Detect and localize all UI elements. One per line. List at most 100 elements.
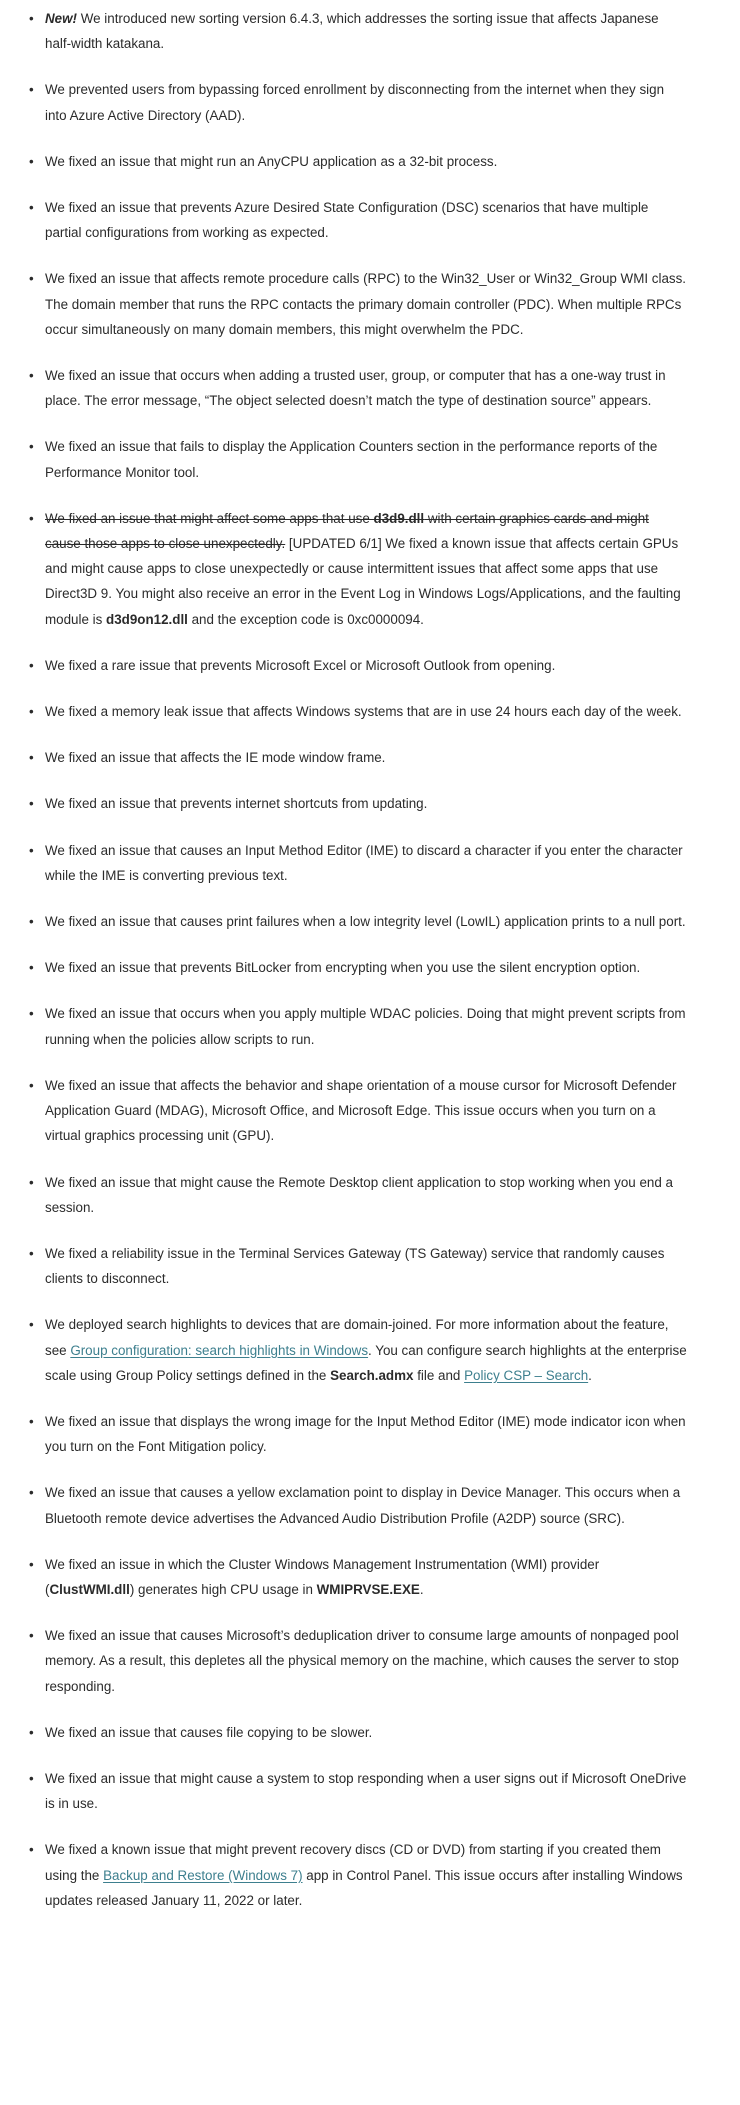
note-item: • We fixed an issue that occurs when addi… [28, 363, 688, 413]
note-item: • We fixed an issue that prevents BitLock… [28, 955, 688, 980]
note-text: We fixed an issue that might affect some… [45, 506, 688, 632]
emphasized-term: d3d9on12.dll [106, 611, 188, 627]
note-item: • We fixed an issue that prevents Azure D… [28, 195, 688, 245]
bullet-icon: • [29, 1485, 34, 1501]
note-text: We fixed an issue that might cause a sys… [45, 1766, 688, 1816]
note-item: • We fixed an issue that causes file copy… [28, 1720, 688, 1745]
note-text: We fixed an issue that affects the IE mo… [45, 745, 688, 770]
note-text-run: We fixed an issue that occurs when you a… [45, 1006, 686, 1047]
release-notes-article: • New! We introduced new sorting version … [0, 0, 740, 1927]
bullet-icon: • [29, 796, 34, 812]
note-text-run: We fixed an issue that causes an Input M… [45, 842, 683, 883]
note-text-run: We fixed an issue that affects remote pr… [45, 271, 687, 337]
note-text: We fixed an issue that fails to display … [45, 434, 688, 484]
note-text: We fixed an issue that occurs when addin… [45, 363, 688, 413]
bullet-icon: • [29, 1842, 34, 1858]
note-text-run: ) generates high CPU usage in [129, 1581, 317, 1597]
note-text-run: and the exception code is 0xc0000094. [187, 611, 424, 627]
note-text: We fixed an issue that might cause the R… [45, 1170, 688, 1220]
bullet-icon: • [29, 657, 34, 673]
note-item: • We fixed an issue that might cause a sy… [28, 1766, 688, 1816]
note-link[interactable]: Backup and Restore (Windows 7) [103, 1868, 302, 1883]
note-text-run: We fixed a memory leak issue that affect… [45, 704, 682, 720]
bullet-icon: • [29, 1770, 34, 1786]
bullet-icon: • [29, 11, 34, 26]
note-text-run: . [419, 1581, 424, 1597]
note-link[interactable]: Group configuration: search highlights i… [70, 1343, 368, 1358]
note-text: We fixed an issue that causes file copyi… [45, 1720, 688, 1745]
bullet-icon: • [29, 368, 34, 384]
note-item: • We fixed an issue that causes Microsoft… [28, 1623, 688, 1699]
bullet-icon: • [29, 1556, 34, 1572]
bullet-icon: • [29, 1077, 34, 1093]
note-text-run: We fixed an issue that fails to display … [45, 439, 658, 480]
note-text: We fixed an issue that displays the wron… [45, 1409, 688, 1459]
note-text: We fixed an issue that causes a yellow e… [45, 1480, 688, 1530]
bullet-icon: • [29, 704, 34, 720]
note-text: We deployed search highlights to devices… [45, 1312, 688, 1388]
note-item: • New! We introduced new sorting version … [28, 6, 688, 56]
note-text-run: We fixed an issue that causes print fail… [45, 914, 686, 930]
bullet-icon: • [29, 1245, 34, 1261]
note-text: We fixed an issue that affects remote pr… [45, 266, 688, 342]
note-text-run: We fixed an issue that prevents internet… [45, 796, 428, 812]
note-text-run: We fixed an issue that causes a yellow e… [45, 1485, 681, 1526]
note-text-run: We fixed an issue that might cause a sys… [45, 1770, 687, 1812]
bullet-icon: • [29, 750, 34, 766]
note-text-run: We fixed a reliability issue in the Term… [45, 1245, 665, 1287]
note-text-run: We fixed an issue that causes file copyi… [45, 1724, 373, 1740]
note-item: • We fixed an issue that affects the IE m… [28, 745, 688, 770]
note-text-run: We fixed an issue that affects the behav… [45, 1077, 677, 1144]
note-item: • We fixed a known issue that might preve… [28, 1837, 688, 1913]
note-item: • We fixed an issue that fails to display… [28, 434, 688, 484]
note-item: • We fixed an issue that affects remote p… [28, 266, 688, 342]
note-text-run: We introduced new sorting version 6.4.3,… [45, 11, 659, 52]
note-item: • We fixed an issue that causes a yellow … [28, 1480, 688, 1530]
note-item: • We fixed a rare issue that prevents Mic… [28, 653, 688, 678]
bullet-icon: • [29, 1413, 34, 1429]
bullet-icon: • [29, 1006, 34, 1022]
note-text-run: We fixed an issue that displays the wron… [45, 1413, 686, 1455]
note-text: We fixed an issue in which the Cluster W… [45, 1552, 688, 1602]
note-text-run: . [588, 1367, 592, 1383]
note-item: • We fixed an issue that might cause the … [28, 1170, 688, 1220]
note-text: We fixed an issue that prevents BitLocke… [45, 955, 688, 980]
note-item: • We fixed an issue that might affect som… [28, 506, 688, 632]
note-item: • We fixed a reliability issue in the Ter… [28, 1241, 688, 1291]
note-item: • We fixed an issue in which the Cluster … [28, 1552, 688, 1602]
note-item: • We fixed an issue that displays the wro… [28, 1409, 688, 1459]
note-item: • We deployed search highlights to device… [28, 1312, 688, 1388]
note-text-run: We fixed an issue that causes Microsoft’… [45, 1628, 679, 1694]
struck-text: We fixed an issue that might affect some… [45, 510, 374, 526]
note-text-run: We fixed a rare issue that prevents Micr… [45, 657, 556, 673]
bullet-icon: • [29, 914, 34, 930]
emphasized-term: Search.admx [330, 1367, 414, 1383]
note-text: We fixed an issue that occurs when you a… [45, 1001, 688, 1051]
note-item: • We fixed a memory leak issue that affec… [28, 699, 688, 724]
emphasized-term: ClustWMI.dll [49, 1581, 130, 1597]
note-text: We fixed a rare issue that prevents Micr… [45, 653, 688, 678]
note-text-run: We fixed an issue that prevents BitLocke… [45, 960, 641, 976]
bullet-icon: • [29, 439, 34, 455]
note-link[interactable]: Policy CSP – Search [464, 1368, 588, 1383]
note-text: We prevented users from bypassing forced… [45, 77, 688, 127]
bullet-icon: • [29, 153, 34, 169]
note-text: New! We introduced new sorting version 6… [45, 6, 688, 56]
note-item: • We fixed an issue that prevents interne… [28, 791, 688, 816]
bullet-icon: • [29, 1174, 34, 1190]
emphasized-term: WMIPRVSE.EXE [316, 1581, 420, 1597]
bullet-icon: • [29, 1628, 34, 1644]
note-text: We fixed an issue that affects the behav… [45, 1073, 688, 1149]
note-text: We fixed a memory leak issue that affect… [45, 699, 688, 724]
note-text: We fixed an issue that might run an AnyC… [45, 149, 688, 174]
note-text: We fixed an issue that causes print fail… [45, 909, 688, 934]
struck-emphasized-term: d3d9.dll [373, 510, 425, 526]
note-item: • We prevented users from bypassing force… [28, 77, 688, 127]
note-text-run: We prevented users from bypassing forced… [45, 82, 665, 123]
note-text: We fixed an issue that prevents Azure De… [45, 195, 688, 245]
note-item: • We fixed an issue that causes print fai… [28, 909, 688, 934]
note-item: • We fixed an issue that causes an Input … [28, 838, 688, 888]
note-text: We fixed an issue that causes an Input M… [45, 838, 688, 888]
new-badge-text: New! [45, 11, 77, 26]
note-text-run: We fixed an issue that affects the IE mo… [45, 750, 386, 766]
